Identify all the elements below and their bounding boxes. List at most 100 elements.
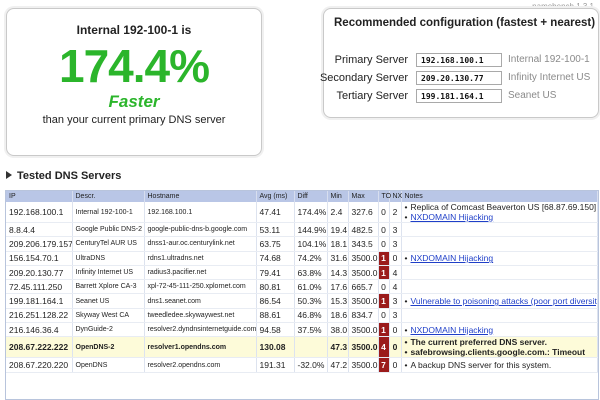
bullet-icon: • [404, 347, 408, 358]
cell-min: 14.3 [327, 265, 349, 281]
column-header[interactable]: Avg (ms) [256, 191, 295, 202]
cell-hostname: dns1.seanet.com [144, 293, 257, 309]
secondary-server-field[interactable]: 209.20.130.77 [416, 71, 502, 85]
config-owner: Infinity Internet US [508, 72, 591, 83]
cell-hostname: dnss1-aur.oc.centurylink.net [144, 236, 257, 252]
bullet-icon: • [404, 337, 408, 348]
table-row: 216.251.128.22 Skyway West CA tweedledee.s… [6, 308, 598, 324]
config-label: Tertiary Server [336, 90, 408, 102]
result-faster-label: Faster [108, 92, 160, 111]
column-header[interactable]: Max [348, 191, 379, 202]
bullet-icon: • [404, 360, 408, 371]
cell-nxdomain: 0 [389, 322, 402, 338]
cell-max: 834.7 [348, 308, 379, 324]
cell-descr: OpenDNS [72, 357, 145, 373]
cell-ip: 216.146.36.4 [6, 322, 73, 338]
column-header[interactable]: Notes [401, 191, 598, 202]
cell-avg-ms: 80.81 [256, 279, 295, 295]
cell-min: 17.6 [327, 279, 349, 295]
cell-min: 47.2 [327, 357, 349, 373]
note-link[interactable]: NXDOMAIN Hijacking [410, 253, 493, 263]
cell-ip: 209.20.130.77 [6, 265, 73, 281]
cell-nxdomain: 0 [389, 336, 402, 359]
table-row: 208.67.222.222 OpenDNS-2 resolver1.opendns… [6, 336, 598, 359]
column-header[interactable]: TO [378, 191, 391, 202]
tertiary-server-field[interactable]: 199.181.164.1 [416, 89, 502, 103]
result-subtext: than your current primary DNS server [42, 114, 226, 126]
cell-notes [401, 308, 598, 324]
table-row: 8.8.4.4 Google Public DNS-2 google-public-… [6, 222, 598, 238]
cell-notes: • Vulnerable to poisoning attacks (poor p… [401, 293, 598, 309]
result-percent: 174.4% [58, 40, 210, 92]
cell-timeouts: 0 [378, 202, 390, 223]
recommended-config-card: Recommended configuration (fastest + nea… [319, 8, 599, 118]
cell-descr: UltraDNS [72, 251, 145, 266]
config-label: Primary Server [334, 54, 408, 66]
cell-hostname: resolver2.opendns.com [144, 357, 257, 373]
note-link[interactable]: NXDOMAIN Hijacking [410, 325, 493, 335]
note-line: • safebrowsing.clients.google.com.: Timeo… [404, 347, 597, 358]
cell-descr: Google Public DNS-2 [72, 222, 145, 238]
cell-avg-ms: 63.75 [256, 236, 295, 252]
cell-notes [401, 236, 598, 252]
cell-avg-ms: 88.61 [256, 308, 295, 324]
column-header[interactable]: Hostname [144, 191, 257, 202]
column-header[interactable]: IP [6, 191, 73, 202]
config-row-primary: Primary Server 192.168.100.1 Internal 19… [324, 53, 598, 69]
table-row: 156.154.70.1 UltraDNS rdns1.ultradns.net 74… [6, 251, 598, 266]
tested-servers-toggle[interactable]: Tested DNS Servers [6, 170, 121, 182]
cell-timeouts: 1 [378, 322, 390, 338]
table-row: 208.67.220.220 OpenDNS resolver2.opendns.c… [6, 357, 598, 373]
cell-timeouts: 0 [378, 308, 390, 324]
config-owner: Internal 192-100-1 [508, 54, 590, 65]
note-link[interactable]: Vulnerable to poisoning attacks (poor po… [410, 296, 596, 306]
column-header[interactable]: Descr. [72, 191, 145, 202]
table-row: 216.146.36.4 DynGuide-2 resolver2.dyndnsin… [6, 322, 598, 338]
note-text: safebrowsing.clients.google.com.: Timeou… [410, 347, 586, 358]
cell-timeouts: 4 [378, 336, 390, 359]
note-link[interactable]: NXDOMAIN Hijacking [410, 212, 493, 222]
primary-server-field[interactable]: 192.168.100.1 [416, 53, 502, 67]
note-text: The current preferred DNS server. [410, 337, 548, 348]
cell-notes: • NXDOMAIN Hijacking [401, 251, 598, 266]
cell-avg-ms: 74.68 [256, 251, 295, 266]
cell-descr: Seanet US [72, 293, 145, 309]
cell-diff: 61.0% [294, 279, 328, 295]
column-header[interactable]: Diff [294, 191, 328, 202]
cell-min: 18.1 [327, 236, 349, 252]
cell-notes: • NXDOMAIN Hijacking [401, 322, 598, 338]
cell-ip: 156.154.70.1 [6, 251, 73, 266]
cell-diff: 144.9% [294, 222, 328, 238]
cell-diff: 63.8% [294, 265, 328, 281]
cell-max: 3500.0 [348, 265, 379, 281]
cell-descr: OpenDNS-2 [72, 336, 145, 359]
cell-notes: • Replica of Comcast Beaverton US [68.87.… [401, 202, 598, 223]
cell-ip: 209.206.179.157 [6, 236, 73, 252]
cell-min: 47.3 [327, 336, 349, 359]
cell-max: 343.5 [348, 236, 379, 252]
column-header[interactable]: Min [327, 191, 349, 202]
cell-max: 482.5 [348, 222, 379, 238]
cell-timeouts: 1 [378, 293, 390, 309]
cell-diff: 37.5% [294, 322, 328, 338]
cell-ip: 208.67.220.220 [6, 357, 73, 373]
cell-avg-ms: 86.54 [256, 293, 295, 309]
cell-nxdomain: 0 [389, 251, 402, 266]
cell-descr: Internal 192-100-1 [72, 202, 145, 223]
bullet-icon: • [404, 202, 408, 212]
cell-nxdomain: 2 [389, 202, 402, 223]
cell-diff: 104.1% [294, 236, 328, 252]
cell-avg-ms: 130.08 [256, 336, 295, 359]
table-row: 209.206.179.157 CenturyTel AUR US dnss1-au… [6, 236, 598, 252]
note-line: • NXDOMAIN Hijacking [405, 325, 597, 335]
note-line: • NXDOMAIN Hijacking [405, 212, 597, 222]
cell-max: 3500.0 [348, 293, 379, 309]
cell-diff: 50.3% [294, 293, 328, 309]
table-row: 199.181.164.1 Seanet US dns1.seanet.com 86.… [6, 293, 598, 309]
cell-diff: 174.4% [294, 202, 328, 223]
cell-hostname: 192.168.100.1 [144, 202, 257, 223]
config-label: Secondary Server [319, 72, 408, 84]
cell-nxdomain: 3 [389, 308, 402, 324]
cell-avg-ms: 53.11 [256, 222, 295, 238]
config-row-tertiary: Tertiary Server 199.181.164.1 Seanet US [324, 89, 598, 105]
